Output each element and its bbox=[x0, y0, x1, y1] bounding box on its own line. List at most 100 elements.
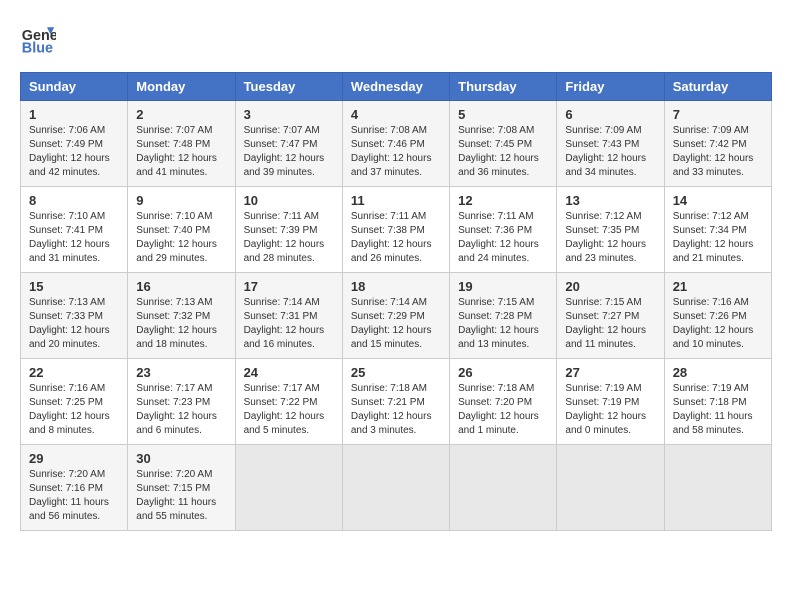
day-info: Sunrise: 7:10 AMSunset: 7:40 PMDaylight:… bbox=[136, 210, 226, 266]
page-header: General Blue bbox=[20, 20, 772, 56]
day-number: 4 bbox=[351, 107, 441, 122]
day-info: Sunrise: 7:07 AMSunset: 7:48 PMDaylight:… bbox=[136, 124, 226, 180]
calendar-cell: 12 Sunrise: 7:11 AMSunset: 7:36 PMDayligh… bbox=[450, 187, 557, 273]
day-info: Sunrise: 7:09 AMSunset: 7:42 PMDaylight:… bbox=[673, 124, 763, 180]
day-info: Sunrise: 7:09 AMSunset: 7:43 PMDaylight:… bbox=[565, 124, 655, 180]
calendar-week-4: 22Sunrise: 7:16 AMSunset: 7:25 PMDayligh… bbox=[21, 359, 772, 445]
logo: General Blue bbox=[20, 20, 56, 56]
calendar-cell: 28 Sunrise: 7:19 AMSunset: 7:18 PMDayligh… bbox=[664, 359, 771, 445]
day-info: Sunrise: 7:12 AMSunset: 7:35 PMDaylight:… bbox=[565, 210, 655, 266]
calendar-cell: 17 Sunrise: 7:14 AMSunset: 7:31 PMDayligh… bbox=[235, 273, 342, 359]
logo-icon: General Blue bbox=[20, 20, 56, 56]
day-number: 14 bbox=[673, 193, 763, 208]
day-number: 16 bbox=[136, 279, 226, 294]
day-number: 6 bbox=[565, 107, 655, 122]
calendar-cell: 27 Sunrise: 7:19 AMSunset: 7:19 PMDayligh… bbox=[557, 359, 664, 445]
day-info: Sunrise: 7:19 AMSunset: 7:18 PMDaylight:… bbox=[673, 382, 763, 438]
day-number: 7 bbox=[673, 107, 763, 122]
day-number: 25 bbox=[351, 365, 441, 380]
calendar-cell bbox=[664, 445, 771, 531]
day-number: 12 bbox=[458, 193, 548, 208]
calendar-cell: 26 Sunrise: 7:18 AMSunset: 7:20 PMDayligh… bbox=[450, 359, 557, 445]
calendar-cell: 7 Sunrise: 7:09 AMSunset: 7:42 PMDaylight… bbox=[664, 101, 771, 187]
calendar-cell: 16Sunrise: 7:13 AMSunset: 7:32 PMDayligh… bbox=[128, 273, 235, 359]
calendar-cell: 30 Sunrise: 7:20 AMSunset: 7:15 PMDayligh… bbox=[128, 445, 235, 531]
day-info: Sunrise: 7:07 AMSunset: 7:47 PMDaylight:… bbox=[244, 124, 334, 180]
calendar-cell: 6 Sunrise: 7:09 AMSunset: 7:43 PMDaylight… bbox=[557, 101, 664, 187]
calendar-cell: 15 Sunrise: 7:13 AMSunset: 7:33 PMDayligh… bbox=[21, 273, 128, 359]
day-number: 23 bbox=[136, 365, 226, 380]
col-header-friday: Friday bbox=[557, 73, 664, 101]
day-info: Sunrise: 7:11 AMSunset: 7:38 PMDaylight:… bbox=[351, 210, 441, 266]
day-number: 13 bbox=[565, 193, 655, 208]
day-number: 2 bbox=[136, 107, 226, 122]
day-number: 24 bbox=[244, 365, 334, 380]
day-number: 29 bbox=[29, 451, 119, 466]
day-info: Sunrise: 7:10 AMSunset: 7:41 PMDaylight:… bbox=[29, 210, 119, 266]
day-info: Sunrise: 7:13 AMSunset: 7:33 PMDaylight:… bbox=[29, 296, 119, 352]
calendar-week-2: 8 Sunrise: 7:10 AMSunset: 7:41 PMDaylight… bbox=[21, 187, 772, 273]
col-header-saturday: Saturday bbox=[664, 73, 771, 101]
calendar-cell: 14 Sunrise: 7:12 AMSunset: 7:34 PMDayligh… bbox=[664, 187, 771, 273]
calendar-cell bbox=[235, 445, 342, 531]
day-info: Sunrise: 7:11 AMSunset: 7:36 PMDaylight:… bbox=[458, 210, 548, 266]
day-info: Sunrise: 7:12 AMSunset: 7:34 PMDaylight:… bbox=[673, 210, 763, 266]
calendar-cell: 13 Sunrise: 7:12 AMSunset: 7:35 PMDayligh… bbox=[557, 187, 664, 273]
day-number: 21 bbox=[673, 279, 763, 294]
day-info: Sunrise: 7:20 AMSunset: 7:15 PMDaylight:… bbox=[136, 468, 226, 524]
day-number: 11 bbox=[351, 193, 441, 208]
day-info: Sunrise: 7:17 AMSunset: 7:22 PMDaylight:… bbox=[244, 382, 334, 438]
day-info: Sunrise: 7:11 AMSunset: 7:39 PMDaylight:… bbox=[244, 210, 334, 266]
day-number: 10 bbox=[244, 193, 334, 208]
col-header-tuesday: Tuesday bbox=[235, 73, 342, 101]
calendar-body: 1Sunrise: 7:06 AMSunset: 7:49 PMDaylight… bbox=[21, 101, 772, 531]
calendar-week-3: 15 Sunrise: 7:13 AMSunset: 7:33 PMDayligh… bbox=[21, 273, 772, 359]
calendar-cell: 3 Sunrise: 7:07 AMSunset: 7:47 PMDaylight… bbox=[235, 101, 342, 187]
calendar-header-row: SundayMondayTuesdayWednesdayThursdayFrid… bbox=[21, 73, 772, 101]
calendar-cell bbox=[557, 445, 664, 531]
day-number: 28 bbox=[673, 365, 763, 380]
calendar-cell: 22Sunrise: 7:16 AMSunset: 7:25 PMDayligh… bbox=[21, 359, 128, 445]
day-info: Sunrise: 7:14 AMSunset: 7:31 PMDaylight:… bbox=[244, 296, 334, 352]
day-info: Sunrise: 7:16 AMSunset: 7:26 PMDaylight:… bbox=[673, 296, 763, 352]
calendar-cell: 9 Sunrise: 7:10 AMSunset: 7:40 PMDaylight… bbox=[128, 187, 235, 273]
day-number: 3 bbox=[244, 107, 334, 122]
calendar-cell: 18Sunrise: 7:14 AMSunset: 7:29 PMDayligh… bbox=[342, 273, 449, 359]
calendar-table: SundayMondayTuesdayWednesdayThursdayFrid… bbox=[20, 72, 772, 531]
calendar-cell: 8 Sunrise: 7:10 AMSunset: 7:41 PMDaylight… bbox=[21, 187, 128, 273]
day-number: 20 bbox=[565, 279, 655, 294]
svg-text:Blue: Blue bbox=[22, 40, 53, 56]
calendar-cell: 19 Sunrise: 7:15 AMSunset: 7:28 PMDayligh… bbox=[450, 273, 557, 359]
calendar-cell bbox=[450, 445, 557, 531]
day-info: Sunrise: 7:17 AMSunset: 7:23 PMDaylight:… bbox=[136, 382, 226, 438]
col-header-monday: Monday bbox=[128, 73, 235, 101]
calendar-week-1: 1Sunrise: 7:06 AMSunset: 7:49 PMDaylight… bbox=[21, 101, 772, 187]
calendar-week-5: 29Sunrise: 7:20 AMSunset: 7:16 PMDayligh… bbox=[21, 445, 772, 531]
col-header-thursday: Thursday bbox=[450, 73, 557, 101]
day-info: Sunrise: 7:15 AMSunset: 7:28 PMDaylight:… bbox=[458, 296, 548, 352]
day-number: 5 bbox=[458, 107, 548, 122]
day-number: 19 bbox=[458, 279, 548, 294]
calendar-cell bbox=[342, 445, 449, 531]
calendar-cell: 24 Sunrise: 7:17 AMSunset: 7:22 PMDayligh… bbox=[235, 359, 342, 445]
day-number: 8 bbox=[29, 193, 119, 208]
calendar-cell: 20Sunrise: 7:15 AMSunset: 7:27 PMDayligh… bbox=[557, 273, 664, 359]
calendar-cell: 25Sunrise: 7:18 AMSunset: 7:21 PMDayligh… bbox=[342, 359, 449, 445]
day-number: 17 bbox=[244, 279, 334, 294]
day-number: 9 bbox=[136, 193, 226, 208]
day-number: 15 bbox=[29, 279, 119, 294]
day-info: Sunrise: 7:08 AMSunset: 7:46 PMDaylight:… bbox=[351, 124, 441, 180]
col-header-wednesday: Wednesday bbox=[342, 73, 449, 101]
col-header-sunday: Sunday bbox=[21, 73, 128, 101]
calendar-cell: 21 Sunrise: 7:16 AMSunset: 7:26 PMDayligh… bbox=[664, 273, 771, 359]
day-info: Sunrise: 7:18 AMSunset: 7:20 PMDaylight:… bbox=[458, 382, 548, 438]
calendar-cell: 5Sunrise: 7:08 AMSunset: 7:45 PMDaylight… bbox=[450, 101, 557, 187]
day-info: Sunrise: 7:19 AMSunset: 7:19 PMDaylight:… bbox=[565, 382, 655, 438]
day-number: 27 bbox=[565, 365, 655, 380]
day-number: 18 bbox=[351, 279, 441, 294]
calendar-cell: 10 Sunrise: 7:11 AMSunset: 7:39 PMDayligh… bbox=[235, 187, 342, 273]
calendar-cell: 29Sunrise: 7:20 AMSunset: 7:16 PMDayligh… bbox=[21, 445, 128, 531]
day-number: 1 bbox=[29, 107, 119, 122]
day-number: 30 bbox=[136, 451, 226, 466]
day-number: 26 bbox=[458, 365, 548, 380]
